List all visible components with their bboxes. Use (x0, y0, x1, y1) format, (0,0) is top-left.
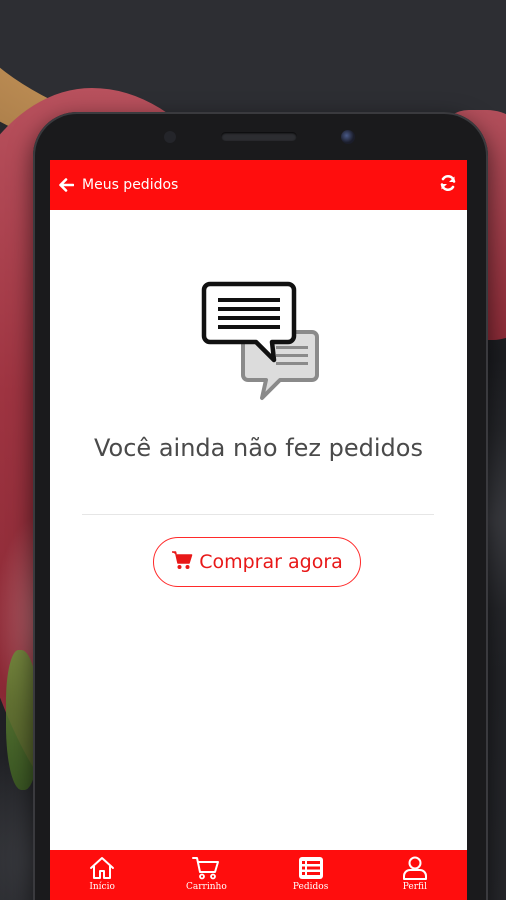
phone-sensor (164, 131, 176, 143)
nav-item-pedidos[interactable]: Pedidos (259, 850, 363, 900)
nav-item-perfil[interactable]: Perfil (363, 850, 467, 900)
app-bar: Meus pedidos (50, 160, 467, 210)
nav-label-carrinho: Carrinho (186, 882, 227, 892)
refresh-button[interactable] (437, 174, 459, 196)
buy-now-label: Comprar agora (199, 551, 343, 573)
chat-bubbles-icon (200, 280, 320, 402)
empty-state-message: Você ainda não fez pedidos (94, 434, 423, 462)
home-icon (89, 856, 115, 880)
phone-camera (341, 130, 355, 144)
cart-icon (171, 550, 193, 574)
orders-list-icon (298, 856, 324, 880)
nav-label-inicio: Início (89, 882, 115, 892)
page-title: Meus pedidos (82, 177, 179, 193)
nav-label-pedidos: Pedidos (292, 882, 329, 892)
nav-item-inicio[interactable]: Início (50, 850, 154, 900)
buy-now-button[interactable]: Comprar agora (153, 537, 361, 587)
phone-speaker (221, 132, 297, 141)
app-screen: Meus pedidos Você ainda não fez pedidos … (50, 160, 467, 900)
divider (82, 514, 434, 515)
nav-item-carrinho[interactable]: Carrinho (154, 850, 258, 900)
nav-label-perfil: Perfil (402, 882, 427, 892)
bottom-navigation: Início Carrinho Pedidos Perfil (50, 850, 467, 900)
cart-icon (192, 856, 220, 880)
back-button[interactable]: Meus pedidos (58, 172, 178, 198)
user-icon (402, 856, 428, 880)
arrow-left-icon (58, 177, 74, 193)
refresh-icon (439, 174, 457, 196)
